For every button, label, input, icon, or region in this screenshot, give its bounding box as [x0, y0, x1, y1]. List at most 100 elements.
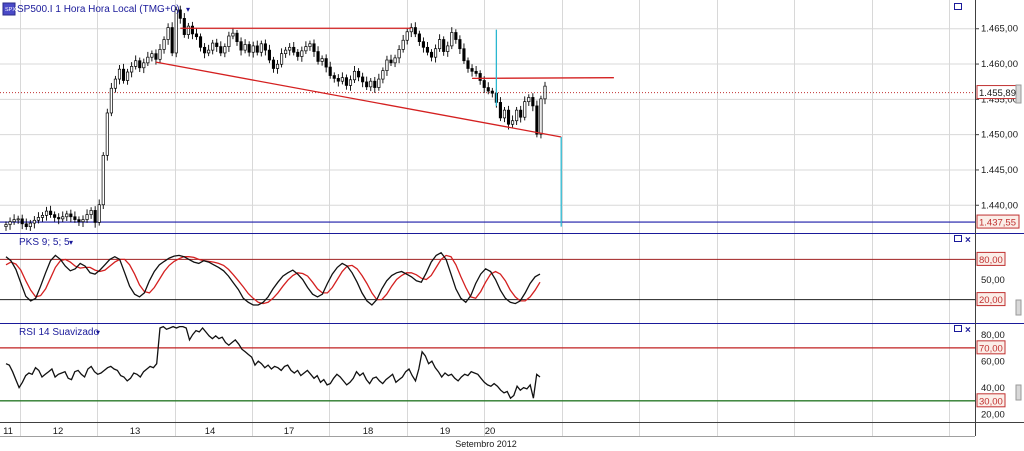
- candle-body: [198, 36, 203, 48]
- candle-body: [535, 105, 539, 135]
- rsi-tick-label: 80,00: [981, 330, 1005, 341]
- candle-body: [539, 98, 543, 135]
- candle-body: [377, 78, 381, 88]
- rsi-tick-label: 60,00: [981, 357, 1005, 368]
- rsi-tick-label: 40,00: [981, 383, 1005, 394]
- rsi-menu-arrow-icon[interactable]: ▾: [96, 328, 100, 337]
- candle-body: [320, 58, 324, 62]
- vertical-scroll-handle[interactable]: [1015, 384, 1022, 401]
- stochastic-label[interactable]: PKS 9; 5; 5: [19, 237, 70, 248]
- candle-body: [425, 46, 430, 53]
- candle-body: [450, 32, 454, 47]
- candle-body: [348, 79, 353, 86]
- time-tick-label: 12: [53, 426, 64, 437]
- candle-body: [296, 51, 300, 57]
- candle-body: [142, 62, 146, 69]
- candle-body: [255, 45, 259, 53]
- candle-body: [543, 85, 547, 100]
- candle-body: [381, 70, 385, 80]
- rsi-label[interactable]: RSI 14 Suavizado: [19, 327, 99, 338]
- candle-body: [69, 213, 73, 218]
- candle-body: [324, 58, 328, 68]
- candle-body: [486, 87, 490, 92]
- candle-body: [251, 45, 255, 53]
- candle-body: [154, 53, 158, 60]
- candle-body: [275, 63, 280, 69]
- chart-background: [0, 0, 1024, 451]
- time-tick-label: 20: [485, 426, 496, 437]
- vertical-scroll-handle[interactable]: [1015, 299, 1022, 316]
- candle-body: [454, 32, 458, 40]
- candle-body: [267, 49, 271, 61]
- instrument-menu-arrow-icon[interactable]: ▾: [186, 5, 190, 14]
- trendline[interactable]: [472, 77, 614, 80]
- rsi-upper-label: 70,00: [979, 343, 1003, 354]
- candle-body: [113, 78, 117, 89]
- candle-body: [466, 60, 470, 69]
- candle-body: [207, 49, 211, 54]
- oversold-label: 20,00: [979, 295, 1003, 306]
- candle-body: [174, 9, 178, 54]
- candle-body: [478, 73, 482, 81]
- candle-body: [203, 46, 207, 54]
- candle-body: [344, 77, 348, 86]
- candle-body: [8, 221, 12, 225]
- candle-body: [93, 210, 97, 223]
- candle-body: [44, 210, 49, 216]
- candle-body: [105, 112, 109, 156]
- candle-body: [421, 41, 425, 48]
- candle-body: [502, 109, 507, 119]
- time-tick-label: 18: [363, 426, 374, 437]
- candle-body: [361, 76, 365, 83]
- candle-body: [77, 219, 81, 223]
- stochastic-mid-label: 50,00: [981, 275, 1005, 286]
- time-tick-label: 14: [205, 426, 216, 437]
- instrument-title[interactable]: SP500.I 1 Hora Hora Local (TMG+0): [17, 4, 180, 15]
- candle-body: [170, 27, 174, 54]
- candle-body: [405, 31, 409, 41]
- candle-body: [49, 210, 53, 215]
- candle-body: [36, 217, 40, 221]
- candle-body: [284, 49, 288, 55]
- candle-body: [312, 43, 316, 52]
- close-panel-icon[interactable]: ×: [965, 325, 971, 336]
- candle-body: [357, 70, 361, 78]
- candle-body: [53, 214, 57, 218]
- candle-body: [498, 102, 502, 119]
- candle-body: [194, 33, 199, 38]
- stochastic-axis: 80,00 20,00 50,00: [976, 251, 1006, 307]
- rsi-tick-label: 20,00: [981, 410, 1005, 421]
- candle-body: [511, 120, 515, 125]
- candle-body: [373, 80, 377, 88]
- candle-body: [462, 48, 466, 62]
- price-tick-label: 1.450,00: [981, 130, 1018, 141]
- candle-body: [109, 87, 113, 114]
- candle-body: [527, 97, 531, 103]
- candle-body: [365, 81, 369, 88]
- candle-body: [73, 216, 77, 220]
- candle-body: [442, 39, 446, 52]
- candle-body: [150, 53, 154, 58]
- candle-body: [259, 43, 263, 53]
- candle-body: [369, 80, 373, 88]
- candle-body: [166, 27, 170, 40]
- stochastic-menu-arrow-icon[interactable]: ▾: [69, 238, 73, 247]
- candle-body: [304, 46, 308, 52]
- candle-body: [130, 66, 134, 73]
- candle-body: [429, 51, 434, 58]
- close-panel-icon[interactable]: ×: [965, 235, 971, 246]
- candle-body: [162, 39, 166, 50]
- candle-body: [227, 35, 231, 47]
- instrument-icon-glyph: SPX: [5, 7, 16, 13]
- candle-body: [340, 77, 344, 82]
- candle-body: [211, 42, 215, 51]
- candle-body: [385, 59, 389, 71]
- candle-body: [336, 78, 340, 82]
- candle-body: [288, 46, 292, 51]
- candle-body: [117, 68, 122, 80]
- candle-body: [434, 48, 438, 58]
- price-tick-label: 1.445,00: [981, 165, 1018, 176]
- vertical-scroll-handle[interactable]: [1015, 84, 1022, 104]
- candle-body: [219, 46, 223, 54]
- candle-body: [57, 217, 61, 220]
